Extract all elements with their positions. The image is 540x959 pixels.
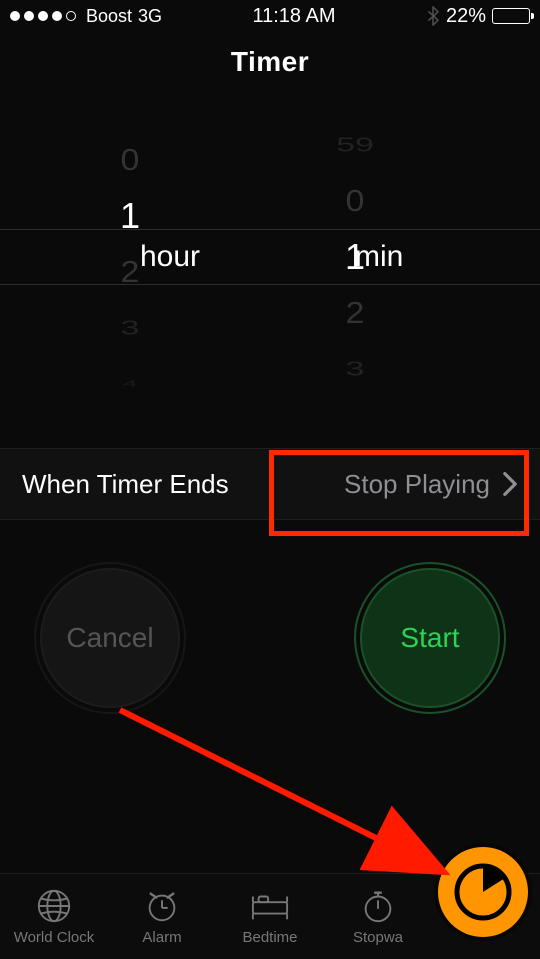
button-row: Cancel Start (0, 568, 540, 708)
minutes-unit-label: min (355, 229, 403, 285)
chevron-right-icon (502, 471, 518, 497)
page-title: Timer (0, 32, 540, 92)
duration-picker[interactable]: 0 1 2 3 4 hour 58 59 0 1 2 3 4 min (0, 102, 540, 412)
tab-world-clock[interactable]: World Clock (6, 887, 102, 946)
hours-unit-label: hour (140, 229, 200, 285)
tab-alarm[interactable]: Alarm (114, 887, 210, 946)
cancel-button[interactable]: Cancel (40, 568, 180, 708)
timer-badge-icon[interactable] (438, 847, 528, 937)
status-bar: Boost 3G 11:18 AM 22% (0, 0, 540, 32)
bluetooth-icon (426, 6, 440, 26)
tab-bedtime[interactable]: Bedtime (222, 887, 318, 946)
when-timer-ends-value: Stop Playing (344, 469, 490, 500)
carrier-label: Boost (86, 6, 132, 27)
network-label: 3G (138, 6, 162, 27)
status-right: 22% (426, 5, 530, 28)
signal-strength-icon (10, 11, 76, 21)
status-time: 11:18 AM (252, 5, 335, 28)
battery-percent: 22% (446, 5, 486, 28)
battery-icon (492, 8, 530, 24)
globe-icon (32, 887, 76, 925)
screen: { "status": { "carrier": "Boost", "netwo… (0, 0, 540, 959)
tab-stopwatch[interactable]: Stopwa (330, 887, 426, 946)
status-left: Boost 3G (10, 6, 162, 27)
when-timer-ends-label: When Timer Ends (22, 469, 229, 500)
when-timer-ends-row[interactable]: When Timer Ends Stop Playing (0, 448, 540, 520)
bed-icon (248, 887, 292, 925)
when-timer-ends-value-wrap: Stop Playing (344, 469, 518, 500)
annotation-arrow (110, 700, 470, 900)
alarm-clock-icon (140, 887, 184, 925)
stopwatch-icon (356, 887, 400, 925)
start-button[interactable]: Start (360, 568, 500, 708)
